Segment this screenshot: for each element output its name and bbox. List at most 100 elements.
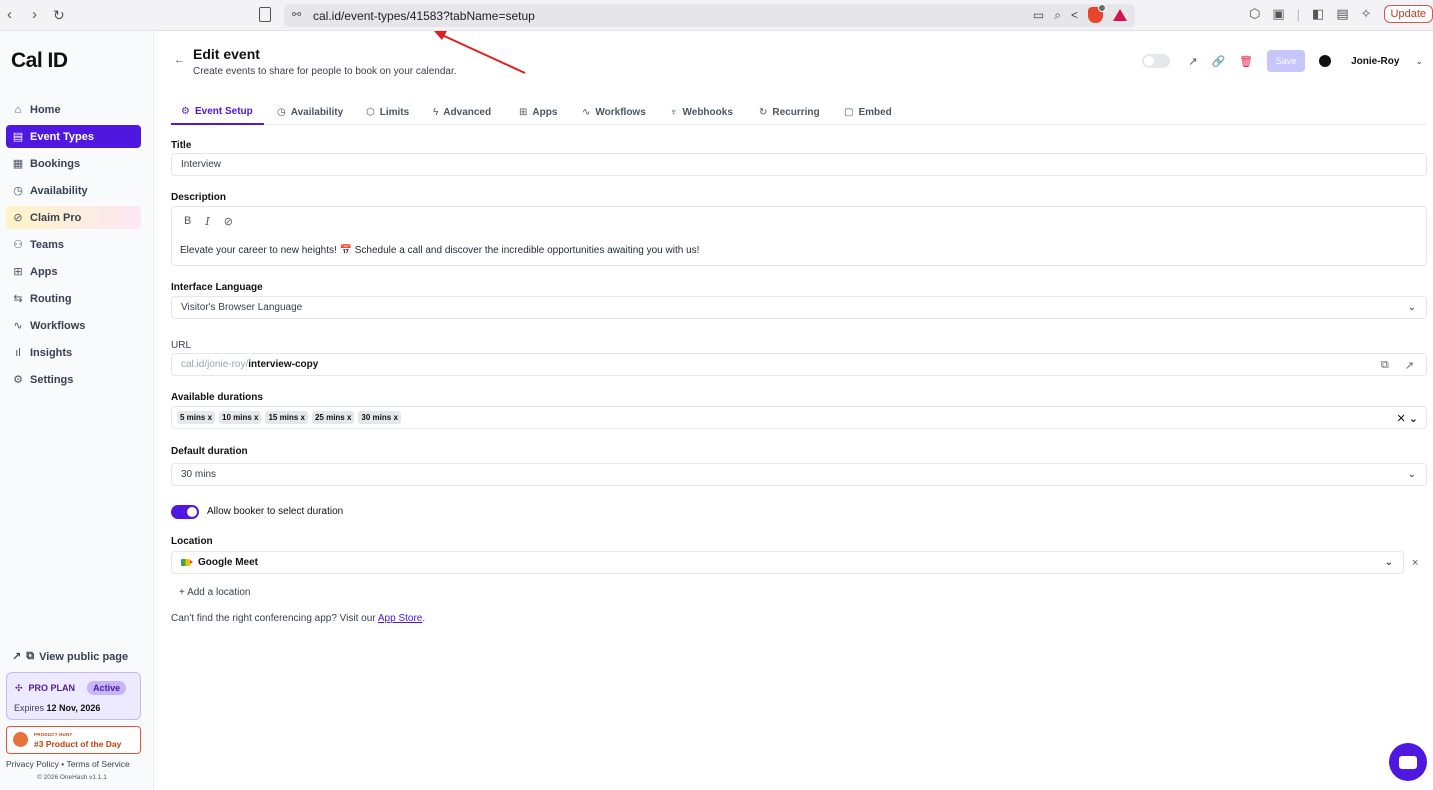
sidebar-icon: ⊞ bbox=[13, 266, 23, 278]
sidebar-item-workflows[interactable]: ∿ Workflows bbox=[6, 314, 141, 337]
tab-embed[interactable]: ▢ Embed bbox=[844, 100, 892, 125]
sidebar-item-home[interactable]: ⌂ Home bbox=[6, 98, 141, 121]
sidebar-icon: ⇆ bbox=[13, 293, 23, 305]
update-button[interactable]: Update bbox=[1383, 5, 1433, 23]
save-button[interactable]: Save bbox=[1267, 50, 1306, 72]
sidebar-icon: ∿ bbox=[13, 320, 23, 332]
sidebar-icon: ıl bbox=[15, 346, 21, 359]
clear-chevron-icon[interactable]: ✕ ⌄ bbox=[1397, 412, 1419, 425]
description-text: Elevate your career to new heights! 📅 Sc… bbox=[180, 245, 700, 256]
hidden-toggle[interactable] bbox=[1142, 54, 1171, 68]
site-settings-icon[interactable]: ⚯ bbox=[292, 8, 301, 21]
durations-multiselect[interactable]: 5 mins x 10 mins x 15 mins x 25 mins x 30 mi… bbox=[171, 406, 1427, 429]
tab-webhooks[interactable]: ♆ Webhooks bbox=[670, 100, 733, 125]
app-logo[interactable]: Cal ID bbox=[11, 49, 68, 73]
medal-icon bbox=[13, 732, 28, 747]
copy-link-icon[interactable]: 🔗 bbox=[1211, 55, 1225, 68]
leo-ai-icon[interactable]: ✧ bbox=[1361, 6, 1372, 22]
preview-icon[interactable]: ↗ bbox=[1188, 55, 1197, 68]
share-icon[interactable]: < bbox=[1071, 8, 1078, 22]
zoom-icon[interactable]: ⌕ bbox=[1054, 8, 1061, 23]
wallet2-icon[interactable]: ▤ bbox=[1336, 6, 1348, 22]
bookmark-icon[interactable] bbox=[259, 7, 271, 22]
forward-icon[interactable]: › bbox=[32, 6, 37, 24]
duration-chip[interactable]: 30 mins x bbox=[358, 411, 401, 424]
chevron-down-icon[interactable]: ⌄ bbox=[1415, 56, 1423, 67]
sidebar-item-settings[interactable]: ⚙ Settings bbox=[6, 368, 141, 391]
location-label: Location bbox=[171, 536, 213, 547]
sidebar-item-bookings[interactable]: ▦ Bookings bbox=[6, 152, 141, 175]
tab-recurring[interactable]: ↻ Recurring bbox=[759, 100, 820, 125]
back-icon[interactable]: ‹ bbox=[7, 6, 12, 24]
tab-icon: ♆ bbox=[670, 107, 678, 118]
allow-booker-duration-toggle[interactable] bbox=[171, 505, 199, 519]
tab-availability[interactable]: ◷ Availability bbox=[277, 100, 343, 125]
sidebar-item-teams[interactable]: ⚇ Teams bbox=[6, 233, 141, 256]
plan-status-badge: Active bbox=[87, 681, 127, 695]
sidebar-item-label: Workflows bbox=[30, 319, 86, 332]
sidebar-toggle-icon[interactable]: ◧ bbox=[1312, 6, 1324, 22]
wallet-icon[interactable]: ▣ bbox=[1272, 6, 1284, 22]
duration-chip[interactable]: 5 mins x bbox=[177, 411, 216, 424]
cast-icon[interactable]: ▭ bbox=[1033, 8, 1044, 22]
add-location-button[interactable]: + Add a location bbox=[179, 587, 250, 598]
tab-icon: ◷ bbox=[277, 107, 286, 118]
duration-chip[interactable]: 15 mins x bbox=[265, 411, 308, 424]
product-hunt-badge[interactable]: PRODUCT HUNT #3 Product of the Day bbox=[6, 726, 141, 754]
url-input[interactable]: cal.id/jonie-roy/interview-copy ⧉ ↗ bbox=[171, 353, 1427, 376]
reload-icon[interactable]: ↻ bbox=[53, 6, 65, 24]
duration-chip[interactable]: 10 mins x bbox=[219, 411, 262, 424]
delete-icon[interactable]: 🗑 bbox=[1239, 55, 1253, 68]
sidebar-item-label: Availability bbox=[30, 184, 88, 197]
app-store-link[interactable]: App Store bbox=[378, 613, 422, 624]
copy-icon[interactable]: ⧉ bbox=[1381, 359, 1389, 372]
tab-icon: ⊞ bbox=[519, 107, 528, 118]
description-editor[interactable]: B I ⊘ Elevate your career to new heights… bbox=[171, 206, 1427, 266]
tab-apps[interactable]: ⊞ Apps bbox=[519, 100, 557, 125]
sidebar-item-routing[interactable]: ⇆ Routing bbox=[6, 287, 141, 310]
extensions-icon[interactable]: ⬡ bbox=[1249, 6, 1260, 22]
tab-label: Advanced bbox=[443, 107, 492, 118]
tab-event-setup[interactable]: ⚙ Event Setup bbox=[171, 100, 264, 125]
title-input[interactable]: Interview bbox=[171, 153, 1427, 176]
tab-bar: ⚙ Event Setup ◷ Availability ⬡ Limits ϟ Advance… bbox=[171, 93, 1427, 125]
sidebar-item-availability[interactable]: ◷ Availability bbox=[6, 179, 141, 202]
tab-advanced[interactable]: ϟ Advanced bbox=[433, 100, 491, 125]
duration-chip[interactable]: 25 mins x bbox=[311, 411, 355, 424]
chat-support-button[interactable] bbox=[1389, 743, 1427, 781]
brave-rewards-icon[interactable] bbox=[1113, 9, 1127, 21]
sidebar-icon: ⚇ bbox=[13, 239, 23, 251]
brave-shield-icon[interactable] bbox=[1088, 4, 1106, 23]
allow-booker-duration-label: Allow booker to select duration bbox=[207, 506, 344, 517]
page-title: Edit event bbox=[193, 46, 260, 62]
sidebar-item-label: Bookings bbox=[30, 157, 81, 170]
language-select[interactable]: Visitor's Browser Language ⌄ bbox=[171, 296, 1427, 319]
sidebar-item-label: Settings bbox=[30, 373, 74, 386]
sidebar-item-apps[interactable]: ⊞ Apps bbox=[6, 260, 141, 283]
sidebar-item-label: Teams bbox=[30, 238, 65, 251]
legal-links[interactable]: Privacy Policy • Terms of Service bbox=[6, 759, 130, 769]
sidebar-item-event-types[interactable]: ▤ Event Types bbox=[6, 125, 141, 148]
back-arrow-icon[interactable]: ← bbox=[174, 54, 185, 66]
default-duration-select[interactable]: 30 mins ⌄ bbox=[171, 463, 1427, 486]
sidebar-item-insights[interactable]: ıl Insights bbox=[6, 341, 141, 364]
link-icon[interactable]: ⊘ bbox=[224, 215, 233, 228]
bold-icon[interactable]: B bbox=[184, 215, 191, 228]
address-bar[interactable]: ⚯ cal.id/event-types/41583?tabName=setup… bbox=[284, 4, 1135, 27]
sidebar-item-claim-pro[interactable]: ⊘ Claim Pro bbox=[6, 206, 141, 229]
remove-location-icon[interactable]: × bbox=[1412, 557, 1418, 569]
sidebar-nav: ⌂ Home ▤ Event Types ▦ Bookings ◷ Availability ⊘… bbox=[6, 98, 141, 395]
external-link-icon[interactable]: ↗ bbox=[1405, 359, 1414, 372]
durations-label: Available durations bbox=[171, 392, 263, 403]
user-name[interactable]: Jonie-Roy bbox=[1351, 56, 1399, 67]
location-select[interactable]: Google Meet ⌄ bbox=[171, 551, 1404, 574]
tab-limits[interactable]: ⬡ Limits bbox=[366, 100, 409, 125]
tab-label: Limits bbox=[379, 107, 410, 118]
tab-label: Availability bbox=[290, 107, 344, 118]
view-public-page-link[interactable]: ↗ ⧉ View public page bbox=[12, 650, 128, 663]
italic-icon[interactable]: I bbox=[205, 215, 209, 228]
avatar[interactable] bbox=[1319, 55, 1332, 67]
url-text[interactable]: cal.id/event-types/41583?tabName=setup bbox=[313, 9, 535, 23]
plan-card[interactable]: ✣ PRO PLAN Active Expires 12 Nov, 2026 bbox=[6, 672, 141, 720]
tab-workflows[interactable]: ∿ Workflows bbox=[582, 100, 646, 125]
